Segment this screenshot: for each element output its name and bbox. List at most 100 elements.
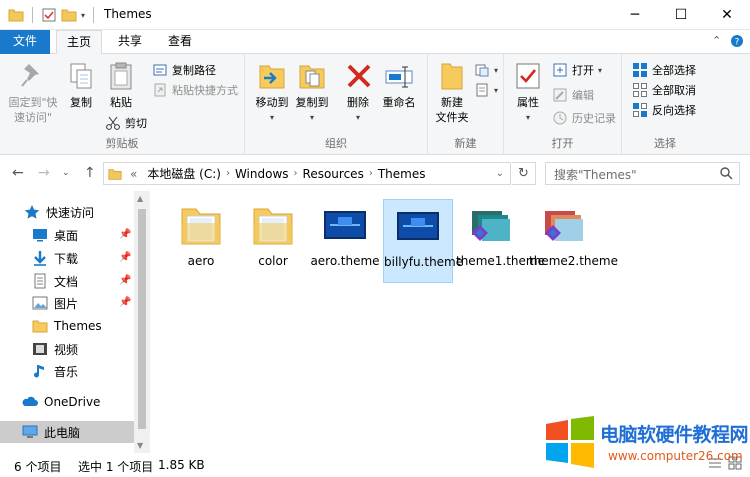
search-input[interactable]: 搜索"Themes" [545, 162, 740, 185]
paste-shortcut-icon [154, 83, 166, 97]
select-none-button[interactable]: 全部取消 [632, 80, 696, 100]
select-all-button[interactable]: 全部选择 [632, 60, 696, 80]
tab-home[interactable]: 主页 [56, 30, 102, 55]
history-label: 历史记录 [572, 112, 616, 125]
theme-file-icon [324, 211, 366, 239]
pin-icon [21, 64, 39, 87]
maximize-button[interactable]: ☐ [658, 0, 704, 30]
move-to-button[interactable]: 移动到 ▾ [253, 60, 291, 125]
chevron-right-icon[interactable]: › [369, 168, 373, 179]
properties-button[interactable]: 属性 ▾ [510, 60, 546, 125]
scrollbar-thumb[interactable] [138, 209, 146, 429]
rename-button[interactable]: 重命名 [379, 60, 419, 110]
file-name: aero [187, 254, 215, 268]
paste-button[interactable]: 粘贴 [102, 60, 140, 110]
music-icon [34, 365, 44, 378]
properties-icon[interactable] [41, 7, 57, 23]
nav-scrollbar[interactable]: ▲ ▼ [134, 191, 150, 453]
copy-to-button[interactable]: 复制到 ▾ [293, 60, 331, 125]
back-button[interactable]: ← [12, 165, 24, 181]
cut-button[interactable]: 剪切 [105, 113, 147, 133]
forward-button[interactable]: → [38, 165, 50, 181]
copy-icon [70, 63, 92, 89]
minimize-button[interactable]: ─ [612, 0, 658, 30]
refresh-button[interactable]: ↻ [512, 162, 536, 185]
tab-share[interactable]: 共享 [108, 30, 152, 54]
recent-locations-icon[interactable]: ⌄ [62, 168, 70, 178]
address-bar[interactable]: « 本地磁盘 (C:) › Windows › Resources › Them… [103, 162, 511, 185]
breadcrumb-segment[interactable]: 本地磁盘 (C:) [147, 165, 221, 182]
up-button[interactable]: ↑ [84, 165, 96, 181]
folder-icon [253, 208, 293, 245]
chevron-right-icon[interactable]: › [226, 168, 230, 179]
customize-toolbar-icon[interactable]: ▾ [81, 11, 85, 20]
pin-icon[interactable]: 📌 [119, 275, 131, 286]
tab-view[interactable]: 查看 [158, 30, 202, 54]
nav-onedrive[interactable]: OneDrive [22, 391, 100, 413]
file-item[interactable]: theme2.theme [529, 199, 618, 283]
tab-file[interactable]: 文件 [0, 30, 50, 54]
nav-pictures[interactable]: 图片 [32, 292, 78, 314]
file-name: aero.theme [310, 254, 380, 268]
file-item[interactable]: theme1.theme [456, 199, 545, 283]
easy-access-button[interactable]: ▾ [474, 80, 498, 100]
file-name: billyfu.theme [384, 255, 464, 269]
theme-file-icon [397, 212, 439, 240]
watermark-url: www.computer26.com [608, 449, 743, 463]
nav-label: OneDrive [44, 395, 101, 409]
clipboard-group-label: 剪贴板 [105, 137, 139, 150]
search-icon [720, 167, 733, 180]
new-group-label: 新建 [454, 137, 477, 150]
paste-shortcut-button[interactable]: 粘贴快捷方式 [152, 80, 238, 100]
open-button[interactable]: 打开 ▾ [552, 60, 602, 80]
nav-music[interactable]: 音乐 [32, 360, 78, 382]
nav-documents[interactable]: 文档 [32, 270, 78, 292]
copy-path-button[interactable]: 复制路径 [152, 60, 216, 80]
nav-quick-access[interactable]: 快速访问 [24, 201, 94, 223]
new-folder-button[interactable]: 新建 文件夹 [432, 60, 472, 125]
new-folder-icon [441, 63, 463, 90]
overflow-chevron[interactable]: « [130, 167, 137, 181]
breadcrumb-segment[interactable]: Themes [378, 167, 426, 181]
move-to-label: 移动到 [255, 96, 289, 109]
invert-selection-button[interactable]: 反向选择 [632, 100, 696, 120]
videos-icon [33, 343, 47, 355]
nav-this-pc[interactable]: 此电脑 [0, 421, 134, 443]
file-item[interactable]: aero.theme [310, 199, 380, 283]
folder-icon[interactable] [8, 7, 24, 23]
chevron-right-icon[interactable]: › [294, 168, 298, 179]
scroll-up-icon[interactable]: ▲ [137, 194, 143, 203]
copy-button[interactable]: 复制 [64, 60, 98, 110]
scroll-down-icon[interactable]: ▼ [137, 441, 143, 450]
cut-label: 剪切 [125, 117, 147, 130]
close-button[interactable]: ✕ [704, 0, 750, 30]
delete-icon [347, 64, 371, 88]
file-name: color [258, 254, 288, 268]
file-item[interactable]: billyfu.theme [383, 199, 463, 283]
nav-label: 视频 [54, 342, 79, 357]
new-folder-icon[interactable] [61, 7, 77, 23]
pin-icon[interactable]: 📌 [119, 229, 131, 240]
delete-button[interactable]: 删除 ▾ [343, 60, 373, 125]
pin-icon[interactable]: 📌 [119, 252, 131, 263]
organize-group: 移动到 ▾ 复制到 ▾ 删除 ▾ 重命名 组织 [245, 54, 428, 155]
history-button[interactable]: 历史记录 [552, 108, 616, 128]
nav-themes[interactable]: Themes [32, 315, 102, 337]
file-item[interactable]: color [238, 199, 308, 283]
edit-button[interactable]: 编辑 [552, 85, 594, 105]
pin-icon[interactable]: 📌 [119, 297, 131, 308]
breadcrumb-segment[interactable]: Windows [235, 167, 289, 181]
breadcrumb-segment[interactable]: Resources [303, 167, 364, 181]
nav-label: 下载 [54, 251, 79, 266]
file-item[interactable]: aero [166, 199, 236, 283]
pin-label: 固定到"快速访问" [8, 96, 58, 124]
collapse-ribbon-icon[interactable]: ⌃ [712, 34, 721, 47]
nav-videos[interactable]: 视频 [32, 338, 78, 360]
new-item-button[interactable]: ▾ [474, 60, 498, 80]
pin-quick-access-button[interactable]: 固定到"快速访问" [4, 60, 62, 125]
nav-desktop[interactable]: 桌面 [32, 224, 78, 246]
folder-icon [108, 168, 122, 180]
help-icon[interactable]: ? [730, 34, 744, 51]
chevron-down-icon[interactable]: ⌄ [496, 168, 504, 179]
nav-downloads[interactable]: 下载 [32, 247, 78, 269]
